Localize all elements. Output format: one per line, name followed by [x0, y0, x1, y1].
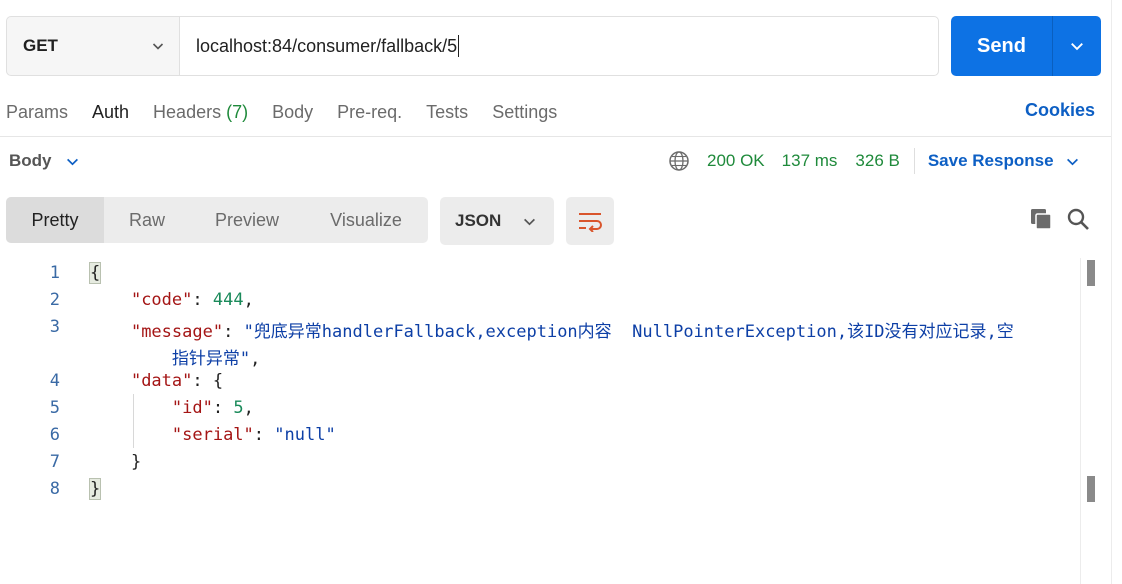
tab-body[interactable]: Body — [272, 102, 313, 123]
response-body-label: Body — [9, 151, 52, 170]
text-cursor — [458, 35, 460, 57]
json-string: "兜底异常handlerFallback,exception内容 NullPoi… — [243, 322, 1014, 342]
divider — [0, 136, 1112, 137]
tab-params[interactable]: Params — [6, 102, 68, 123]
scrollbar-marker[interactable] — [1087, 476, 1095, 502]
response-body-select[interactable]: Body — [9, 151, 79, 171]
code-line: "code": 444, — [130, 290, 254, 310]
line-number: 6 — [49, 425, 60, 445]
line-number: 7 — [49, 452, 60, 472]
tab-preview[interactable]: Preview — [190, 197, 304, 243]
save-response-label: Save Response — [927, 151, 1054, 170]
tab-visualize[interactable]: Visualize — [304, 197, 428, 243]
globe-icon[interactable] — [668, 150, 690, 172]
send-label: Send — [977, 34, 1026, 57]
line-number: 1 — [49, 263, 60, 283]
scrollbar-track[interactable] — [1080, 258, 1081, 584]
wrap-lines-icon — [579, 213, 602, 232]
url-text: localhost:84/consumer/fallback/5 — [196, 35, 458, 56]
url-input[interactable]: localhost:84/consumer/fallback/5 — [179, 16, 939, 76]
response-time[interactable]: 137 ms — [782, 151, 838, 171]
chevron-down-icon — [152, 43, 164, 50]
copy-icon[interactable] — [1029, 207, 1053, 236]
method-select[interactable]: GET — [6, 16, 180, 76]
json-key: "id" — [171, 398, 213, 418]
meta-divider — [913, 148, 915, 174]
language-label: JSON — [455, 211, 502, 230]
code-line: } — [88, 478, 102, 500]
response-editor[interactable]: 1 2 3 4 5 6 7 8 { "code": 444, "message"… — [0, 258, 1080, 584]
json-key: "data" — [130, 371, 193, 391]
status-code[interactable]: 200 OK — [707, 151, 765, 171]
language-select[interactable]: JSON — [440, 197, 554, 245]
json-key: "message" — [130, 322, 224, 342]
tab-pre-request[interactable]: Pre-req. — [337, 102, 402, 123]
save-response-button[interactable]: Save Response — [928, 151, 1079, 171]
pane-border — [1111, 0, 1112, 584]
tab-pretty[interactable]: Pretty — [6, 197, 104, 243]
json-string: 指针异常" — [171, 349, 251, 369]
chevron-down-icon — [1071, 43, 1083, 51]
headers-count: (7) — [226, 101, 249, 122]
response-size[interactable]: 326 B — [855, 151, 899, 171]
request-tabs: Params Auth Headers (7) Body Pre-req. Te… — [6, 100, 581, 124]
code-line: "serial": "null" — [171, 425, 336, 445]
tab-headers-label: Headers — [153, 101, 222, 122]
matched-brace: { — [88, 262, 102, 284]
json-number: 444 — [212, 290, 244, 310]
tab-auth[interactable]: Auth — [92, 102, 129, 123]
line-number: 4 — [49, 371, 60, 391]
format-tabs: Pretty Raw Preview Visualize — [6, 197, 428, 243]
chevron-down-icon — [524, 218, 535, 225]
send-button[interactable]: Send — [951, 16, 1101, 76]
code-line: "data": { — [130, 371, 224, 391]
line-number: 3 — [49, 317, 60, 337]
code-line-wrapped: 指针异常", — [171, 349, 261, 369]
method-label: GET — [23, 36, 58, 55]
code-line: { — [88, 262, 102, 284]
tab-tests[interactable]: Tests — [426, 102, 468, 123]
tab-headers[interactable]: Headers (7) — [153, 102, 248, 123]
json-string: "null" — [274, 425, 336, 445]
line-number: 8 — [49, 479, 60, 499]
json-key: "code" — [130, 290, 193, 310]
response-meta: 200 OK 137 ms 326 B Save Response — [668, 148, 1079, 174]
line-number: 2 — [49, 290, 60, 310]
search-icon[interactable] — [1066, 207, 1090, 236]
wrap-lines-button[interactable] — [566, 197, 614, 245]
chevron-down-icon — [1066, 158, 1078, 165]
send-options-button[interactable] — [1053, 39, 1101, 53]
tab-settings[interactable]: Settings — [492, 102, 557, 123]
code-line: "id": 5, — [171, 398, 254, 418]
matched-brace: } — [88, 478, 102, 500]
code-line: } — [90, 452, 142, 472]
scrollbar-marker[interactable] — [1087, 260, 1095, 286]
chevron-down-icon — [66, 158, 78, 165]
tab-raw[interactable]: Raw — [104, 197, 190, 243]
cookies-link[interactable]: Cookies — [1025, 100, 1095, 121]
json-key: "serial" — [171, 425, 254, 445]
line-number: 5 — [49, 398, 60, 418]
json-number: 5 — [233, 398, 244, 418]
code-line: "message": "兜底异常handlerFallback,exceptio… — [130, 322, 1014, 342]
indent-guide — [133, 394, 134, 448]
